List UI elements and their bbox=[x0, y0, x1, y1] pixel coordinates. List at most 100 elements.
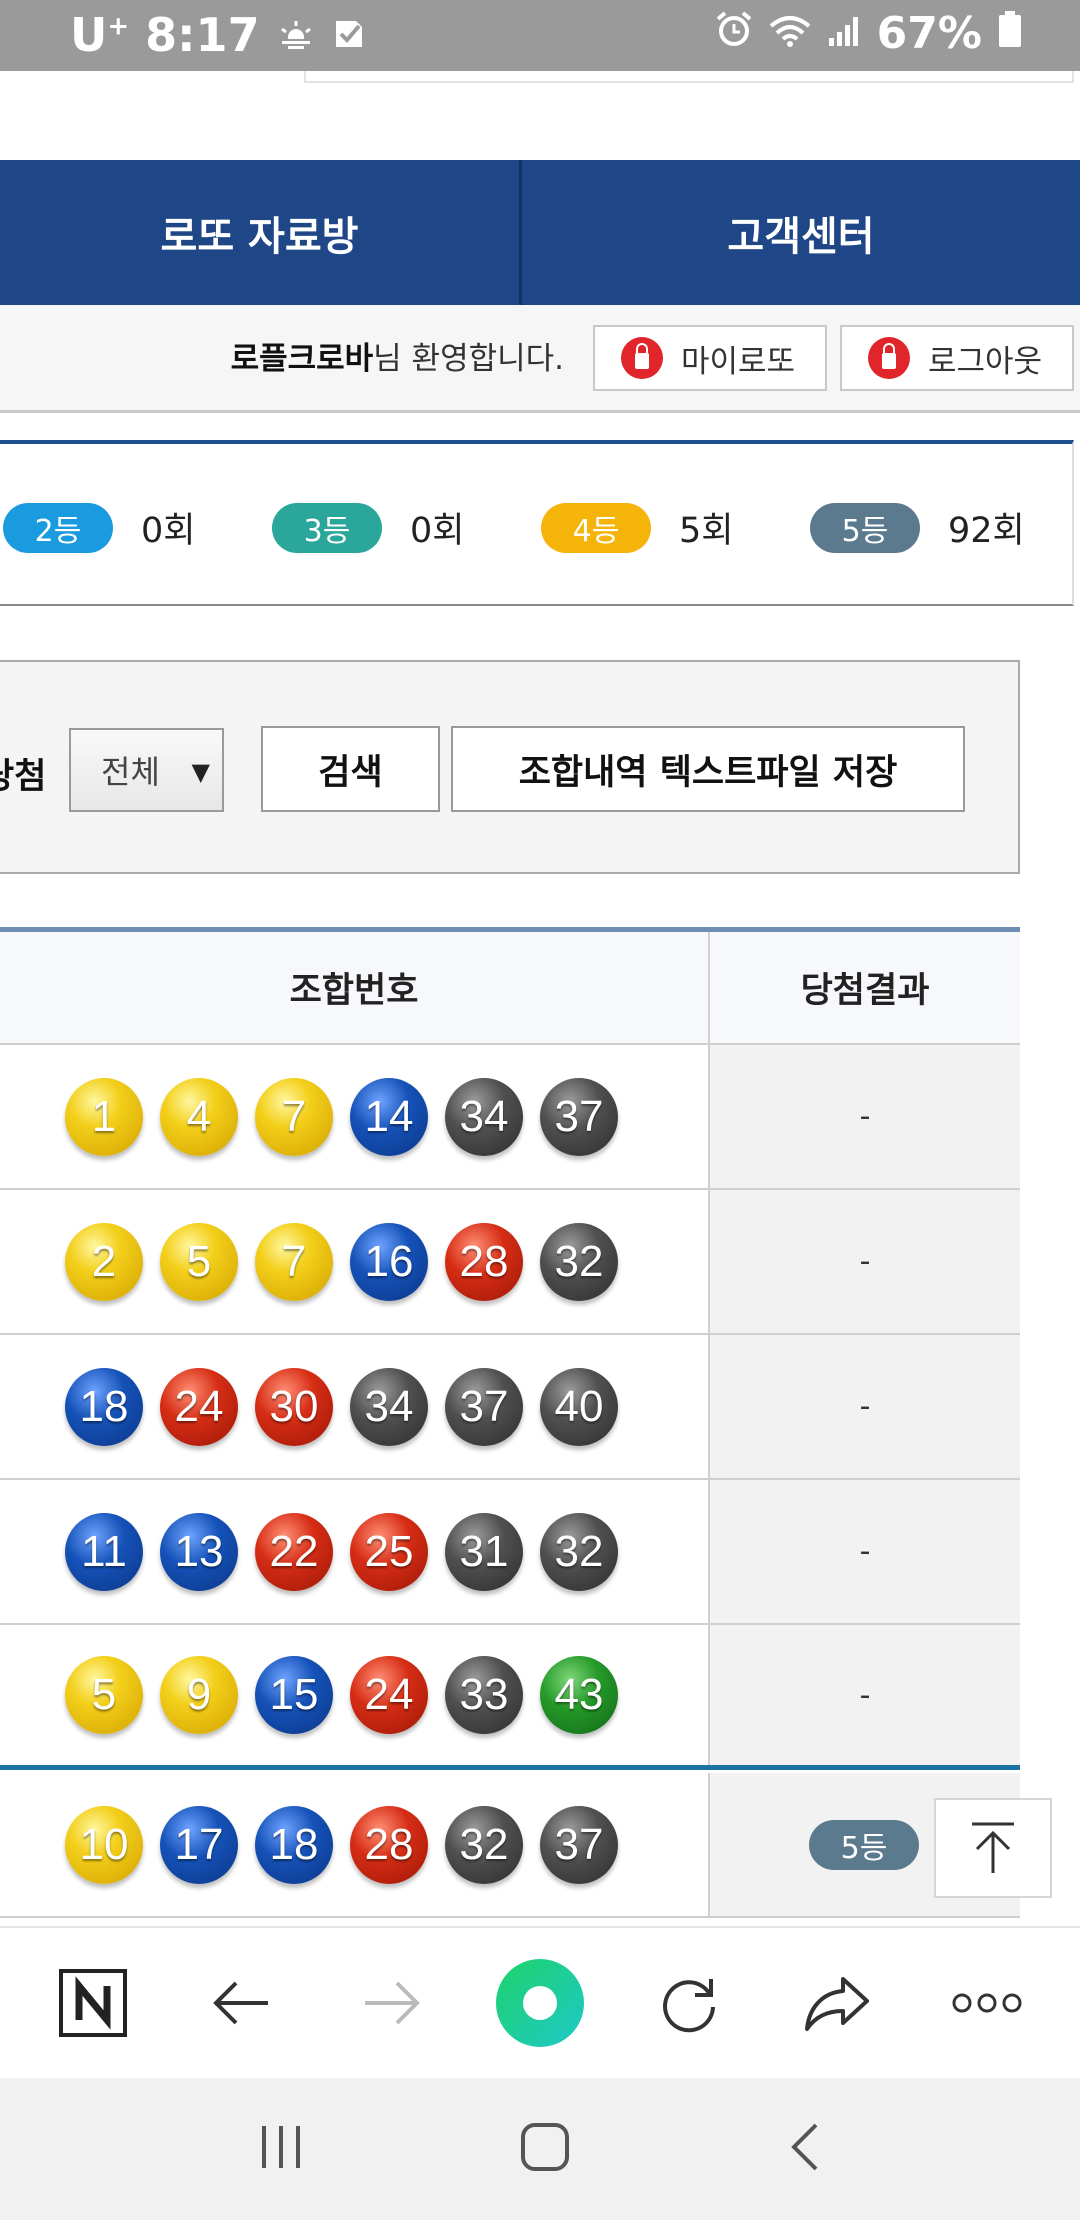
lotto-ball: 22 bbox=[255, 1512, 333, 1591]
number-cell: 11 13 22 25 31 32 bbox=[0, 1480, 710, 1623]
refresh-icon[interactable] bbox=[639, 1953, 739, 2053]
my-lotto-button[interactable]: 마이로또 bbox=[593, 325, 827, 391]
nav-lotto-archive[interactable]: 로또 자료방 bbox=[0, 160, 522, 305]
main-nav: 로또 자료방 고객센터 bbox=[0, 160, 1080, 305]
table-row: 18 24 30 34 37 40 - bbox=[0, 1335, 1020, 1480]
lotto-ball: 5 bbox=[160, 1222, 238, 1301]
combination-table: 조합번호 당첨결과 1 4 7 14 34 37-2 5 7 16 28 32-18 24 30 34 37… bbox=[0, 927, 1020, 1918]
wifi-icon bbox=[769, 8, 811, 59]
number-cell: 5 9 15 24 33 43 bbox=[0, 1625, 710, 1765]
lotto-ball: 13 bbox=[160, 1512, 238, 1591]
scroll-to-top-icon bbox=[972, 1822, 1014, 1873]
lotto-ball: 40 bbox=[540, 1367, 618, 1446]
green-circle-icon[interactable] bbox=[490, 1953, 590, 2053]
result-text: - bbox=[859, 1099, 871, 1134]
nav-customer-center[interactable]: 고객센터 bbox=[522, 160, 1080, 305]
rank-count: 0회 bbox=[141, 511, 196, 551]
lotto-ball: 34 bbox=[350, 1367, 428, 1446]
rank-badge: 3등 bbox=[272, 502, 382, 553]
result-text: - bbox=[859, 1677, 871, 1713]
result-cell: - bbox=[710, 1480, 1020, 1623]
lotto-ball: 24 bbox=[160, 1367, 238, 1446]
weather-icon bbox=[276, 8, 316, 62]
stat-rank-4: 4등 5회 bbox=[541, 502, 733, 553]
number-cell: 1 4 7 14 34 37 bbox=[0, 1045, 710, 1188]
save-text-file-button[interactable]: 조합내역 텍스트파일 저장 bbox=[451, 726, 965, 812]
naver-n-icon[interactable] bbox=[43, 1953, 143, 2053]
table-row: 11 13 22 25 31 32 - bbox=[0, 1480, 1020, 1625]
lotto-ball: 28 bbox=[350, 1805, 428, 1884]
lotto-ball: 24 bbox=[350, 1656, 428, 1734]
number-cell: 10 17 18 28 32 37 bbox=[0, 1773, 710, 1916]
lotto-ball: 7 bbox=[255, 1222, 333, 1301]
user-bar: 로플크로바님 환영합니다. 마이로또 로그아웃 bbox=[0, 305, 1080, 413]
lotto-ball: 25 bbox=[350, 1512, 428, 1591]
header-numbers: 조합번호 bbox=[0, 932, 710, 1043]
search-button[interactable]: 검색 bbox=[261, 726, 440, 812]
status-bar: U+ 8:17 67% bbox=[0, 0, 1080, 71]
lotto-ball: 34 bbox=[445, 1077, 523, 1156]
result-cell: - bbox=[710, 1625, 1020, 1765]
number-cell: 2 5 7 16 28 32 bbox=[0, 1190, 710, 1333]
lotto-ball: 32 bbox=[540, 1222, 618, 1301]
lotto-ball: 18 bbox=[255, 1805, 333, 1884]
home-icon[interactable] bbox=[519, 2121, 571, 2177]
back-icon[interactable] bbox=[784, 2121, 824, 2177]
lotto-ball: 10 bbox=[65, 1805, 143, 1884]
table-header: 조합번호 당첨결과 bbox=[0, 927, 1020, 1045]
result-cell: - bbox=[710, 1190, 1020, 1333]
header-result: 당첨결과 bbox=[800, 971, 930, 1011]
result-cell: - bbox=[710, 1335, 1020, 1478]
more-icon[interactable] bbox=[937, 1953, 1037, 2053]
carrier-label: U+ bbox=[70, 8, 130, 62]
arrow-left-icon[interactable] bbox=[192, 1953, 292, 2053]
lotto-ball: 17 bbox=[160, 1805, 238, 1884]
lotto-ball: 18 bbox=[65, 1367, 143, 1446]
result-cell: - bbox=[710, 1045, 1020, 1188]
rank-count: 5회 bbox=[679, 511, 734, 551]
battery-icon bbox=[998, 8, 1022, 59]
filter-label: 당첨 bbox=[0, 757, 47, 797]
lotto-ball: 31 bbox=[445, 1512, 523, 1591]
lotto-ball: 11 bbox=[65, 1512, 143, 1591]
arrow-right-icon[interactable] bbox=[341, 1953, 441, 2053]
table-row: 1 4 7 14 34 37- bbox=[0, 1045, 1020, 1190]
stat-rank-3: 3등 0회 bbox=[272, 502, 464, 553]
check-flag-icon bbox=[332, 8, 366, 62]
result-text: - bbox=[859, 1244, 871, 1279]
logout-button[interactable]: 로그아웃 bbox=[840, 325, 1074, 391]
scroll-to-top-button[interactable] bbox=[934, 1798, 1052, 1898]
top-box-edge bbox=[304, 71, 1074, 83]
lotto-ball: 14 bbox=[350, 1077, 428, 1156]
status-time: 8:17 bbox=[145, 8, 260, 62]
number-cell: 18 24 30 34 37 40 bbox=[0, 1335, 710, 1478]
stat-rank-5: 5등 92회 bbox=[810, 502, 1025, 553]
recent-apps-icon[interactable] bbox=[256, 2122, 306, 2176]
lotto-ball: 32 bbox=[540, 1512, 618, 1591]
result-badge: 5등 bbox=[809, 1820, 919, 1870]
logout-label: 로그아웃 bbox=[928, 343, 1043, 380]
welcome-text: 로플크로바님 환영합니다. bbox=[230, 341, 564, 377]
lotto-ball: 43 bbox=[540, 1656, 618, 1734]
alarm-icon bbox=[715, 8, 753, 59]
lotto-ball: 2 bbox=[65, 1222, 143, 1301]
search-panel: 당첨 전체 ▼ 검색 조합내역 텍스트파일 저장 bbox=[0, 660, 1020, 874]
lotto-ball: 32 bbox=[445, 1805, 523, 1884]
share-icon[interactable] bbox=[788, 1953, 888, 2053]
table-row: 2 5 7 16 28 32 - bbox=[0, 1190, 1020, 1335]
lotto-ball: 1 bbox=[65, 1077, 143, 1156]
lotto-ball: 16 bbox=[350, 1222, 428, 1301]
dropdown-arrow-icon: ▼ bbox=[191, 758, 210, 786]
lotto-ball: 15 bbox=[255, 1656, 333, 1734]
lock-icon bbox=[868, 337, 910, 379]
lotto-ball: 4 bbox=[160, 1077, 238, 1156]
result-filter-select[interactable]: 전체 ▼ bbox=[69, 728, 224, 812]
system-nav-bar bbox=[0, 2078, 1080, 2220]
lotto-ball: 28 bbox=[445, 1222, 523, 1301]
lotto-ball: 33 bbox=[445, 1656, 523, 1734]
lotto-ball: 30 bbox=[255, 1367, 333, 1446]
rank-count: 92회 bbox=[948, 511, 1025, 551]
rank-badge: 4등 bbox=[541, 502, 651, 553]
stat-rank-2: 2등 0회 bbox=[3, 502, 195, 553]
lotto-ball: 7 bbox=[255, 1077, 333, 1156]
